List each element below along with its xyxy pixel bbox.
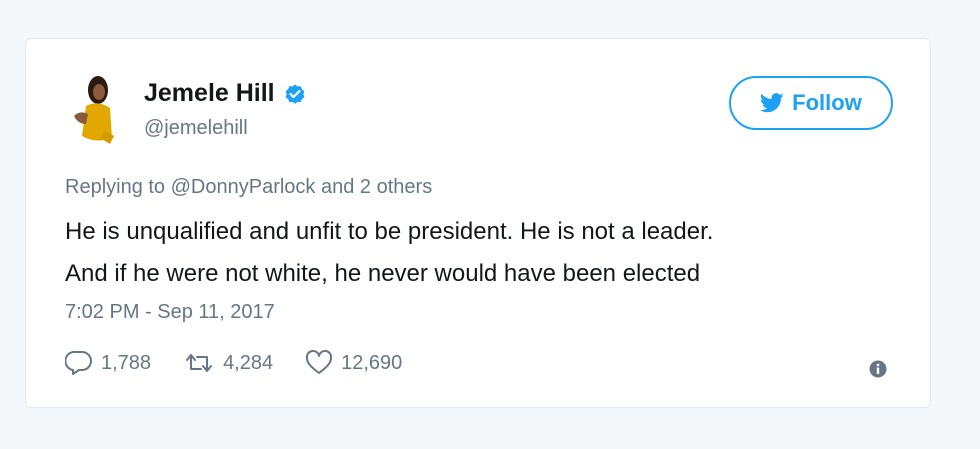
tweet-text: He is unqualified and unfit to be presid… bbox=[65, 211, 905, 295]
profile-avatar[interactable] bbox=[66, 72, 120, 146]
replying-to: Replying to @DonnyParlock and 2 others bbox=[65, 176, 432, 199]
like-count: 12,690 bbox=[341, 351, 403, 374]
tweet-timestamp[interactable]: 7:02 PM - Sep 11, 2017 bbox=[65, 301, 275, 324]
heart-icon bbox=[306, 350, 333, 374]
reply-count: 1,788 bbox=[101, 351, 152, 374]
user-handle[interactable]: @jemelehill bbox=[144, 117, 248, 140]
follow-button[interactable]: Follow bbox=[729, 76, 893, 130]
info-icon[interactable] bbox=[869, 360, 887, 378]
tweet-text-line-2: And if he were not white, he never would… bbox=[65, 260, 701, 287]
verified-badge-icon bbox=[285, 84, 305, 104]
retweet-button[interactable]: 4,284 bbox=[183, 351, 273, 375]
reply-icon bbox=[65, 350, 92, 375]
reply-button[interactable]: 1,788 bbox=[65, 350, 151, 376]
tweet-actions: 1,788 4,284 12,690 bbox=[65, 350, 434, 376]
follow-label: Follow bbox=[792, 90, 862, 115]
display-name-row[interactable]: Jemele Hill bbox=[144, 79, 307, 108]
display-name[interactable]: Jemele Hill bbox=[144, 79, 275, 108]
like-button[interactable]: 12,690 bbox=[305, 350, 402, 376]
retweet-count: 4,284 bbox=[223, 351, 274, 374]
replying-prefix: Replying to bbox=[65, 176, 166, 198]
twitter-bird-icon bbox=[760, 93, 784, 113]
tweet-card: Jemele Hill @jemelehill Follow Replying … bbox=[25, 38, 931, 408]
retweet-icon bbox=[186, 354, 213, 372]
replying-others-link[interactable]: and 2 others bbox=[321, 176, 432, 198]
replying-mention-link[interactable]: @DonnyParlock bbox=[171, 176, 316, 198]
tweet-text-line-1: He is unqualified and unfit to be presid… bbox=[65, 218, 714, 245]
